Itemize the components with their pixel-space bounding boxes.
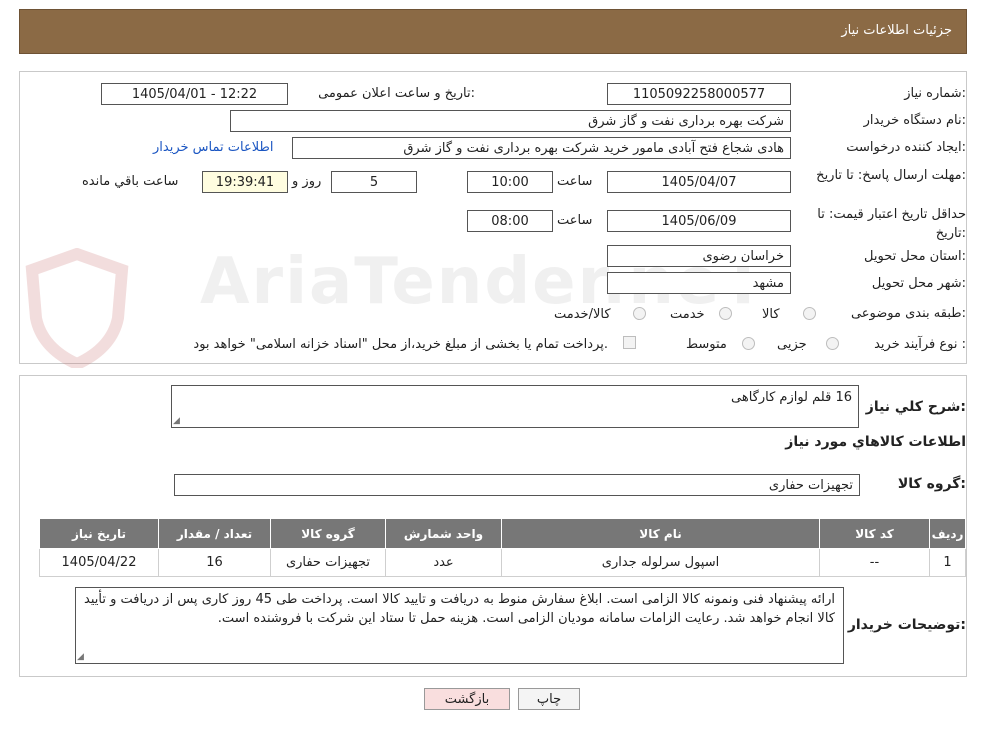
validity-label: حداقل تاریخ اعتبار قیمت: تا تاریخ: xyxy=(817,207,966,241)
summary-text: 16 قلم لوازم کارگاهی xyxy=(731,390,852,405)
process-radio-medium[interactable] xyxy=(742,337,755,350)
goods-group-field: تجهیزات حفاری xyxy=(174,474,860,496)
col-header-unit: واحد شمارش xyxy=(385,518,502,549)
print-button[interactable]: چاپ xyxy=(518,688,580,710)
category-radio-both[interactable] xyxy=(633,307,646,320)
cell-unit: عدد xyxy=(385,548,502,577)
back-button[interactable]: بازگشت xyxy=(424,688,510,710)
province-label: استان محل تحویل: xyxy=(864,249,966,264)
need-number-label: شماره نیاز: xyxy=(904,86,966,101)
remaining-label: ساعت باقي مانده xyxy=(82,174,179,189)
col-header-name: نام کالا xyxy=(501,518,820,549)
treasury-payment-checkbox[interactable] xyxy=(623,336,636,349)
notes-label: توضیحات خریدار: xyxy=(847,617,966,633)
buyer-org-field: شرکت بهره برداری نفت و گاز شرق xyxy=(230,110,791,132)
deadline-label: مهلت ارسال پاسخ: تا تاریخ: xyxy=(816,168,966,183)
deadline-date-field: 1405/04/07 xyxy=(607,171,791,193)
category-radio-goods[interactable] xyxy=(803,307,816,320)
city-label: شهر محل تحویل: xyxy=(871,276,966,291)
cell-quantity: 16 xyxy=(158,548,271,577)
cell-name: اسپول سرلوله جداری xyxy=(501,548,820,577)
table-row[interactable]: 1 -- اسپول سرلوله جداری عدد تجهیزات حفار… xyxy=(39,548,966,577)
need-number-field: 1105092258000577 xyxy=(607,83,791,105)
summary-field: 16 قلم لوازم کارگاهی xyxy=(171,385,859,428)
announce-field: 1405/04/01 - 12:22 xyxy=(101,83,288,105)
deadline-time-field: 10:00 xyxy=(467,171,553,193)
announce-label: تاریخ و ساعت اعلان عمومی: xyxy=(318,86,475,101)
table-header-row: ردیف کد کالا نام کالا واحد شمارش گروه کا… xyxy=(39,518,966,549)
notes-field: ارائه پیشنهاد فنی ونمونه کالا الزامی است… xyxy=(75,587,844,664)
creator-label: ایجاد کننده درخواست: xyxy=(846,140,966,155)
days-label: روز و xyxy=(292,174,322,189)
days-field: 5 xyxy=(331,171,417,193)
watermark-shield-icon xyxy=(22,247,132,371)
remaining-time-field: 19:39:41 xyxy=(202,171,288,193)
items-section-title: اطلاعات كالاهاي مورد نياز xyxy=(785,434,966,450)
category-radio-service[interactable] xyxy=(719,307,732,320)
col-header-code: کد کالا xyxy=(819,518,930,549)
buyer-contact-link[interactable]: اطلاعات تماس خریدار xyxy=(153,140,273,155)
process-option-medium: متوسط xyxy=(686,337,727,352)
process-option-minor: جزیی xyxy=(777,337,807,352)
validity-date-field: 1405/06/09 xyxy=(607,210,791,232)
resize-handle-icon[interactable]: ◢ xyxy=(173,416,180,426)
goods-group-label: گروه کالا: xyxy=(897,476,966,492)
summary-label: شرح كلي نياز: xyxy=(865,399,966,415)
validity-time-label: ساعت xyxy=(557,213,593,228)
notes-resize-handle-icon[interactable]: ◢ xyxy=(77,652,84,662)
col-header-date: تاریخ نیاز xyxy=(39,518,159,549)
category-option-both: کالا/خدمت xyxy=(554,307,611,322)
process-label: نوع فرآیند خرید : xyxy=(874,337,966,352)
cell-group: تجهیزات حفاری xyxy=(270,548,386,577)
page-title: جزئیات اطلاعات نیاز xyxy=(841,23,952,38)
buyer-org-label: نام دستگاه خریدار: xyxy=(863,113,966,128)
notes-text: ارائه پیشنهاد فنی ونمونه کالا الزامی است… xyxy=(84,592,835,626)
category-label: طبقه بندی موضوعی: xyxy=(850,306,966,321)
creator-field: هادی شجاع فتح آبادی مامور خرید شرکت بهره… xyxy=(292,137,791,159)
deadline-time-label: ساعت xyxy=(557,174,593,189)
cell-code: -- xyxy=(819,548,930,577)
process-radio-minor[interactable] xyxy=(826,337,839,350)
validity-time-field: 08:00 xyxy=(467,210,553,232)
category-option-service: خدمت xyxy=(670,307,705,322)
category-option-goods: کالا xyxy=(762,307,780,322)
items-table: ردیف کد کالا نام کالا واحد شمارش گروه کا… xyxy=(39,518,966,577)
col-header-row-number: ردیف xyxy=(929,518,966,549)
province-field: خراسان رضوی xyxy=(607,245,791,267)
col-header-group: گروه کالا xyxy=(270,518,386,549)
city-field: مشهد xyxy=(607,272,791,294)
page-header: جزئیات اطلاعات نیاز xyxy=(19,9,967,54)
col-header-quantity: تعداد / مقدار xyxy=(158,518,271,549)
treasury-payment-note: پرداخت تمام یا بخشی از مبلغ خرید،از محل … xyxy=(193,337,608,352)
cell-row-number: 1 xyxy=(929,548,966,577)
cell-date: 1405/04/22 xyxy=(39,548,159,577)
